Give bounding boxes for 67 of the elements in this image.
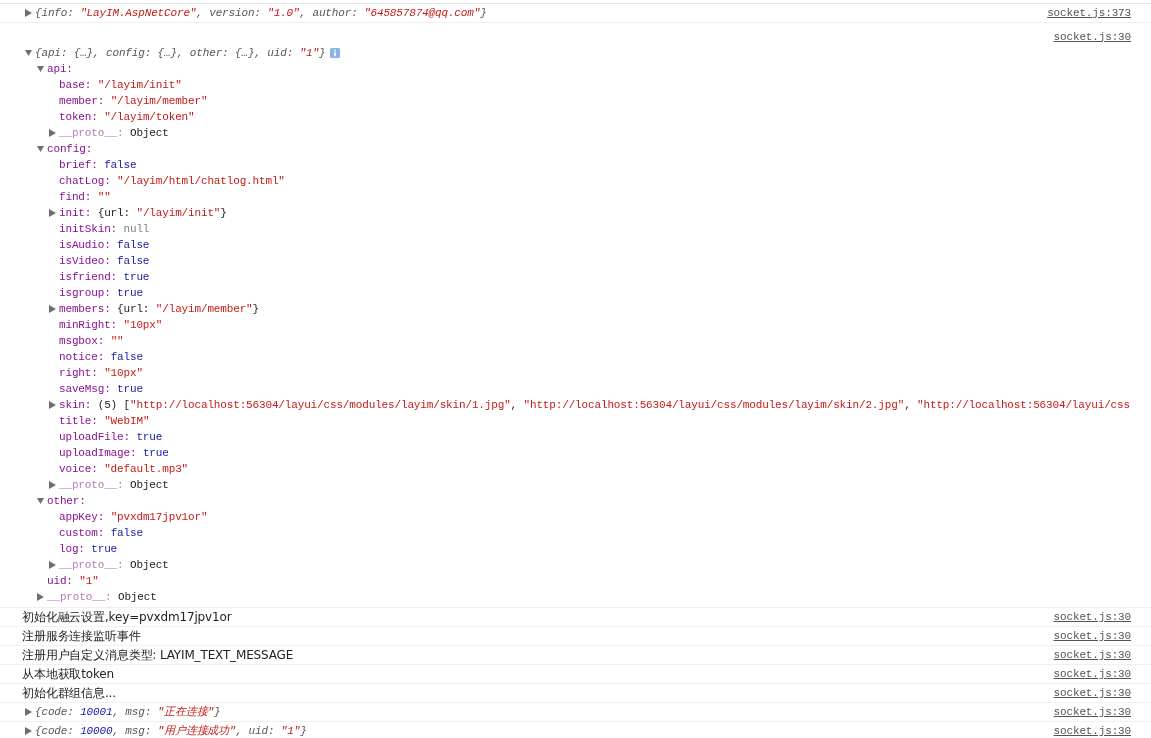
triangle-right-icon[interactable] — [25, 9, 32, 17]
object-preview: {info: "LayIM.AspNetCore", version: "1.0", author: "645857874@qq.com"} — [35, 5, 487, 21]
property-line: minRight: "10px" — [59, 317, 163, 333]
log-message: 从本地获取token — [22, 666, 115, 683]
triangle-right-icon[interactable] — [49, 209, 56, 217]
log-message: 注册服务连接监听事件 — [22, 628, 141, 645]
triangle-right-icon[interactable] — [49, 561, 56, 569]
log-message: 注册用户自定义消息类型: LAYIM_TEXT_MESSAGE — [22, 647, 294, 664]
log-message: 初始化融云设置,key=pvxdm17jpv1or — [22, 609, 232, 626]
property-line: title: "WebIM" — [59, 413, 150, 429]
property-line: initSkin: null — [59, 221, 150, 237]
property-line: saveMsg: true — [59, 381, 143, 397]
property-line: other: — [47, 493, 86, 509]
object-preview: {code: 10001, msg: "正在连接"} — [35, 704, 221, 720]
source-link[interactable]: socket.js:30 — [1053, 28, 1131, 45]
property-line: find: "" — [59, 189, 111, 205]
triangle-right-icon[interactable] — [25, 708, 32, 716]
property-line: msgbox: "" — [59, 333, 124, 349]
source-link[interactable]: socket.js:30 — [1053, 684, 1131, 702]
source-link[interactable]: socket.js:30 — [1053, 608, 1131, 626]
triangle-right-icon[interactable] — [49, 129, 56, 137]
property-line: right: "10px" — [59, 365, 143, 381]
property-line: api: — [47, 61, 73, 77]
triangle-right-icon[interactable] — [49, 481, 56, 489]
property-line: __proto__: Object — [59, 557, 169, 573]
property-line: config: — [47, 141, 93, 157]
property-line: uid: "1" — [47, 573, 99, 589]
property-line: isVideo: false — [59, 253, 150, 269]
object-preview: {code: 10000, msg: "用户连接成功", uid: "1"} — [35, 723, 307, 738]
triangle-right-icon[interactable] — [25, 727, 32, 735]
property-line: __proto__: Object — [59, 477, 169, 493]
property-line: init: {url: "/layim/init"} — [59, 205, 227, 221]
property-line: custom: false — [59, 525, 143, 541]
source-link[interactable]: socket.js:30 — [1053, 703, 1131, 721]
triangle-right-icon[interactable] — [37, 593, 44, 601]
property-line: notice: false — [59, 349, 143, 365]
property-line: base: "/layim/init" — [59, 77, 182, 93]
property-line: isfriend: true — [59, 269, 150, 285]
property-line: members: {url: "/layim/member"} — [59, 301, 259, 317]
property-line: uploadImage: true — [59, 445, 169, 461]
triangle-right-icon[interactable] — [49, 305, 56, 313]
triangle-down-icon[interactable] — [25, 49, 32, 57]
source-link[interactable]: socket.js:30 — [1053, 722, 1131, 738]
source-link[interactable]: socket.js:30 — [1053, 627, 1131, 645]
triangle-right-icon[interactable] — [49, 401, 56, 409]
property-line: chatLog: "/layim/html/chatlog.html" — [59, 173, 285, 189]
source-link[interactable]: socket.js:30 — [1053, 646, 1131, 664]
property-line: member: "/layim/member" — [59, 93, 208, 109]
log-message: 初始化群组信息... — [22, 685, 116, 702]
property-line: voice: "default.mp3" — [59, 461, 189, 477]
property-line: isAudio: false — [59, 237, 150, 253]
property-line: skin: (5) ["http://localhost:56304/layui/css/modules/layim/skin/1.jpg", "http://localhost:56304/layui/css/modules/layim/skin/2.jpg", "http://localhost:56304/layui/css — [59, 397, 1130, 413]
object-preview: {api: {…}, config: {…}, other: {…}, uid: "1"} — [35, 45, 326, 61]
property-line: __proto__: Object — [47, 589, 157, 605]
source-link[interactable]: socket.js:373 — [1047, 4, 1131, 22]
triangle-down-icon[interactable] — [37, 145, 44, 153]
property-line: token: "/layim/token" — [59, 109, 195, 125]
property-line: uploadFile: true — [59, 429, 163, 445]
triangle-down-icon[interactable] — [37, 497, 44, 505]
property-line: isgroup: true — [59, 285, 143, 301]
property-line: log: true — [59, 541, 118, 557]
property-line: __proto__: Object — [59, 125, 169, 141]
info-icon — [330, 48, 341, 58]
property-line: appKey: "pvxdm17jpv1or" — [59, 509, 208, 525]
property-line: brief: false — [59, 157, 137, 173]
source-link[interactable]: socket.js:30 — [1053, 665, 1131, 683]
triangle-down-icon[interactable] — [37, 65, 44, 73]
